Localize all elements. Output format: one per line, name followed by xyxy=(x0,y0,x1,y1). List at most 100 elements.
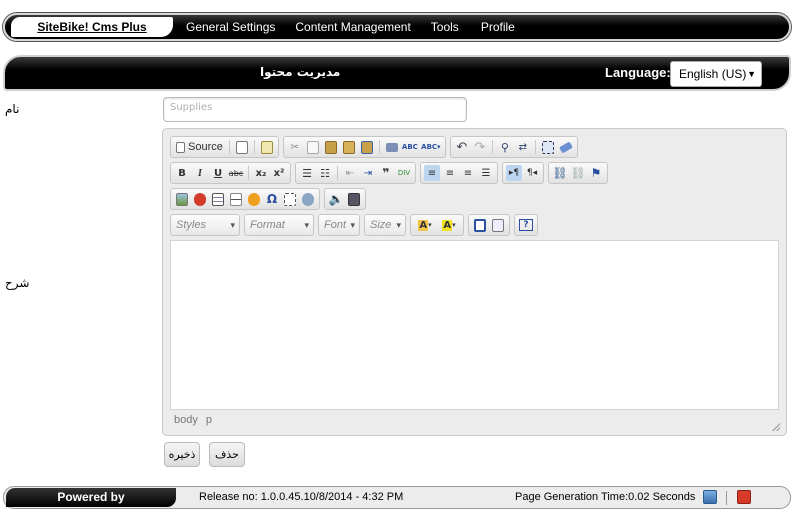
redo-button[interactable]: ↷ xyxy=(472,139,488,155)
print-button[interactable] xyxy=(384,139,400,155)
print-icon xyxy=(385,142,398,152)
indent-button[interactable]: ⇥ xyxy=(360,165,376,181)
align-left-button[interactable]: ≡ xyxy=(424,165,440,181)
div-icon: DIV xyxy=(397,169,411,177)
flash-button[interactable] xyxy=(192,191,208,207)
copy-button[interactable] xyxy=(305,139,321,155)
nav-profile[interactable]: Profile xyxy=(469,15,525,39)
nav-tools[interactable]: Tools xyxy=(421,15,469,39)
element-path-bar[interactable]: body p xyxy=(174,414,212,426)
source-button[interactable]: Source xyxy=(174,139,225,155)
scayt-icon: ABC▾ xyxy=(421,143,441,151)
footer-separator xyxy=(726,491,727,505)
bulleted-list-button[interactable]: ☷ xyxy=(317,165,333,181)
resize-handle-icon[interactable] xyxy=(772,423,780,431)
format-combo[interactable]: Format xyxy=(244,214,314,236)
language-select[interactable]: English (US) ▼ xyxy=(670,61,762,87)
strike-button[interactable]: abc xyxy=(228,165,244,181)
align-right-button[interactable]: ≡ xyxy=(460,165,476,181)
dropdown-arrow-icon: ▼ xyxy=(747,69,756,79)
smiley-button[interactable] xyxy=(246,191,262,207)
audio-button[interactable]: 🔈 xyxy=(328,191,344,207)
editor-content-area[interactable] xyxy=(170,240,779,410)
rich-text-editor: Source ✂ ABC ABC▾ ↶ ↷ ⚲ ⇄ B I U abc x₂ x… xyxy=(162,128,787,436)
page-break-icon xyxy=(284,192,296,206)
spellcheck-button[interactable]: ABC xyxy=(402,139,418,155)
paste-word-icon xyxy=(360,140,373,154)
replace-button[interactable]: ⇄ xyxy=(515,139,531,155)
speaker-icon: 🔈 xyxy=(328,192,344,206)
nav-general-settings[interactable]: General Settings xyxy=(182,15,285,39)
name-input[interactable]: Supplies xyxy=(163,97,467,122)
paste-text-button[interactable] xyxy=(341,139,357,155)
bold-button[interactable]: B xyxy=(174,165,190,181)
sitemap-icon[interactable] xyxy=(703,490,717,504)
brand-logo-link[interactable]: SiteBike! Cms Plus xyxy=(11,17,173,37)
toolbar-separator xyxy=(337,166,338,180)
table-icon xyxy=(212,192,224,206)
outdent-button[interactable]: ⇤ xyxy=(342,165,358,181)
unlink-button[interactable]: ⛓ xyxy=(570,165,586,181)
styles-combo[interactable]: Styles xyxy=(170,214,240,236)
delete-button[interactable]: حذف xyxy=(209,442,245,467)
horizontal-line-button[interactable] xyxy=(228,191,244,207)
align-justify-button[interactable]: ☰ xyxy=(478,165,494,181)
numbered-list-button[interactable]: ☰ xyxy=(299,165,315,181)
cut-button[interactable]: ✂ xyxy=(287,139,303,155)
release-info: Release no: 1.0.0.45.10/8/2014 - 4:32 PM xyxy=(199,491,404,503)
special-char-button[interactable]: Ω xyxy=(264,191,280,207)
find-button[interactable]: ⚲ xyxy=(497,139,513,155)
maximize-icon xyxy=(474,218,486,232)
page-title: مدیریت محتوا xyxy=(260,65,341,79)
size-combo[interactable]: Size xyxy=(364,214,406,236)
paste-button[interactable] xyxy=(323,139,339,155)
toolbar-group-document: Source xyxy=(170,136,279,158)
align-center-button[interactable]: ≡ xyxy=(442,165,458,181)
templates-button[interactable] xyxy=(259,139,275,155)
link-button[interactable]: ⛓ xyxy=(552,165,568,181)
italic-button[interactable]: I xyxy=(192,165,208,181)
div-container-button[interactable]: DIV xyxy=(396,165,412,181)
video-button[interactable] xyxy=(346,191,362,207)
about-button[interactable]: ? xyxy=(518,217,534,233)
blockquote-icon: ❞ xyxy=(382,166,390,180)
toolbar-group-links: ⛓ ⛓ ⚑ xyxy=(548,162,608,184)
spellcheck-as-you-type-button[interactable]: ABC▾ xyxy=(420,139,442,155)
toolbar-separator xyxy=(378,140,380,154)
undo-button[interactable]: ↶ xyxy=(454,139,470,155)
maximize-button[interactable] xyxy=(472,217,488,233)
background-color-button[interactable]: A ▾ xyxy=(438,217,460,233)
font-combo[interactable]: Font xyxy=(318,214,360,236)
toolbar-group-about: ? xyxy=(514,214,538,236)
page-break-button[interactable] xyxy=(282,191,298,207)
top-navigation-bar: SiteBike! Cms Plus General Settings Cont… xyxy=(3,13,791,41)
subscript-button[interactable]: x₂ xyxy=(253,165,269,181)
redo-icon: ↷ xyxy=(474,139,486,155)
save-button[interactable]: ذخیره xyxy=(164,442,200,467)
image-button[interactable] xyxy=(174,191,190,207)
blockquote-button[interactable]: ❞ xyxy=(378,165,394,181)
ltr-button[interactable]: ▸¶ xyxy=(506,165,522,181)
select-all-button[interactable] xyxy=(540,139,556,155)
power-icon[interactable] xyxy=(737,490,751,504)
underline-button[interactable]: U xyxy=(210,165,226,181)
select-all-icon xyxy=(541,140,554,154)
page-generation-time: Page Generation Time:0.02 Seconds xyxy=(515,491,696,503)
text-color-button[interactable]: A ▾ xyxy=(414,217,436,233)
superscript-button[interactable]: x² xyxy=(271,165,287,181)
rtl-button[interactable]: ¶◂ xyxy=(524,165,540,181)
nav-content-management[interactable]: Content Management xyxy=(285,15,420,39)
preview-button[interactable] xyxy=(234,139,250,155)
toolbar-group-tools xyxy=(468,214,510,236)
remove-format-button[interactable] xyxy=(558,139,574,155)
iframe-button[interactable] xyxy=(300,191,316,207)
toolbar-group-lists: ☰ ☷ ⇤ ⇥ ❞ DIV xyxy=(295,162,416,184)
show-blocks-button[interactable] xyxy=(490,217,506,233)
chevron-down-icon: ▾ xyxy=(452,221,456,229)
preview-icon xyxy=(235,140,248,154)
anchor-button[interactable]: ⚑ xyxy=(588,165,604,181)
horizontal-line-icon xyxy=(230,192,242,206)
table-button[interactable] xyxy=(210,191,226,207)
paste-word-button[interactable] xyxy=(359,139,375,155)
copy-icon xyxy=(306,140,319,154)
